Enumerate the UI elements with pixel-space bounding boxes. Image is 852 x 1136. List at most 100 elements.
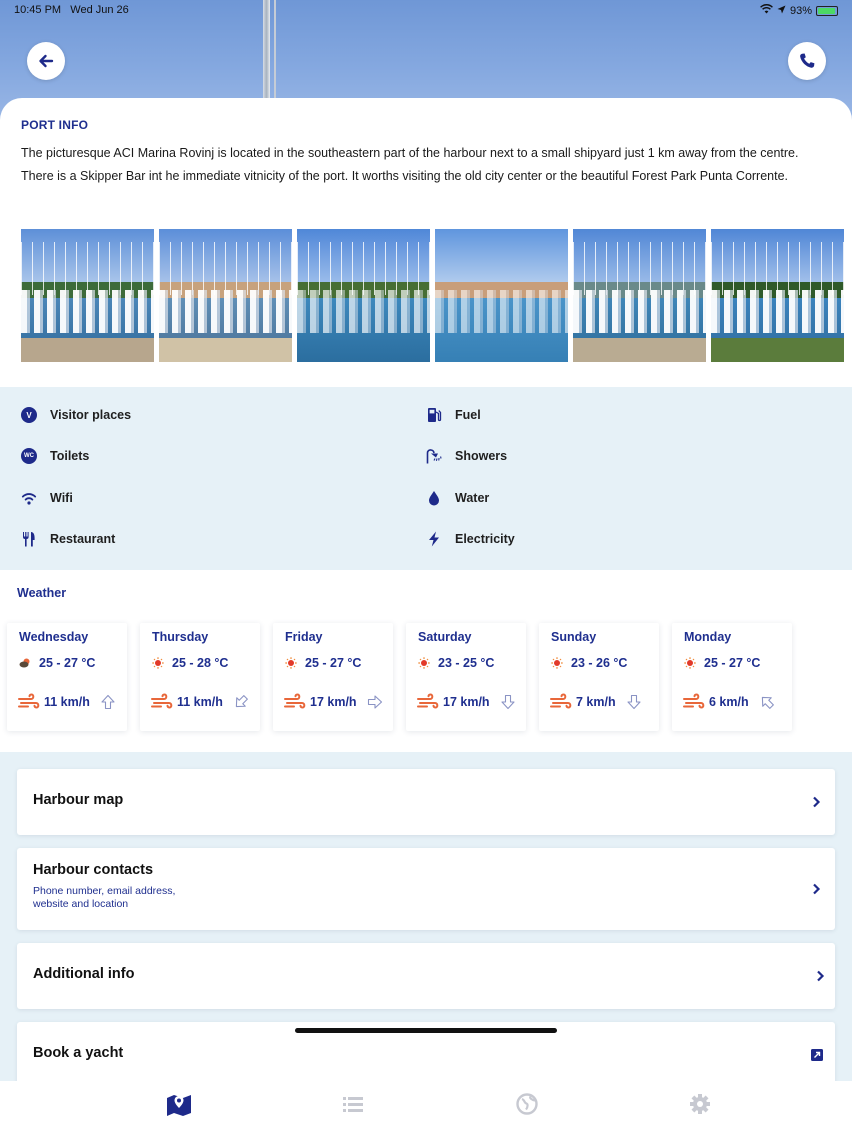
- tab-list[interactable]: [338, 1089, 368, 1119]
- weather-wind-value: 7 km/h: [576, 694, 616, 709]
- restaurant-icon: [23, 532, 35, 547]
- gallery-photo[interactable]: [297, 229, 430, 362]
- battery-percent: 93%: [789, 4, 812, 17]
- cloudy-sun-icon: [19, 658, 30, 668]
- wind-icon: [417, 693, 439, 709]
- arrow-left-icon: [39, 54, 54, 68]
- facility-label: Wifi: [50, 491, 73, 505]
- tab-bar: [0, 1081, 852, 1136]
- facility-visitor-places: V Visitor places: [21, 407, 131, 423]
- chevron-right-icon: [813, 796, 821, 808]
- weather-wind-value: 11 km/h: [177, 694, 223, 709]
- weather-day-card[interactable]: Friday 25 - 27 °C 17 km/h: [273, 623, 393, 731]
- harbour-contacts-button[interactable]: Harbour contacts Phone number, email add…: [17, 848, 835, 930]
- gallery-photo[interactable]: [573, 229, 706, 362]
- weather-day-label: Thursday: [152, 630, 209, 644]
- weather-wind: 11 km/h: [151, 693, 249, 710]
- weather-temp-value: 25 - 28 °C: [172, 656, 229, 670]
- gallery-photo[interactable]: [711, 229, 844, 362]
- weather-temp: 23 - 26 °C: [551, 656, 627, 670]
- weather-wind: 6 km/h: [683, 693, 775, 710]
- weather-day-card[interactable]: Wednesday 25 - 27 °C 11 km/h: [7, 623, 127, 731]
- sun-icon: [551, 657, 563, 669]
- back-button[interactable]: [27, 42, 65, 80]
- tab-settings[interactable]: [685, 1089, 715, 1119]
- external-link-icon: [811, 1049, 823, 1061]
- lightning-icon: [429, 531, 439, 547]
- photo-gallery[interactable]: [21, 229, 852, 362]
- weather-day-label: Sunday: [551, 630, 597, 644]
- sun-icon: [418, 657, 430, 669]
- weather-temp-value: 25 - 27 °C: [704, 656, 761, 670]
- facility-label: Toilets: [50, 449, 90, 463]
- weather-day-label: Wednesday: [19, 630, 89, 644]
- tab-map[interactable]: [164, 1089, 194, 1119]
- visitor-places-icon: V: [21, 407, 37, 423]
- water-drop-icon: [429, 491, 439, 506]
- wind-direction-arrow-icon: [627, 694, 641, 709]
- tab-explore[interactable]: [512, 1089, 542, 1119]
- facility-water: Water: [426, 490, 489, 506]
- weather-forecast-row[interactable]: Wednesday 25 - 27 °C 11 km/h Thursday 25 - 2…: [7, 623, 852, 731]
- weather-wind-value: 11 km/h: [44, 694, 90, 709]
- list-icon: [343, 1097, 363, 1112]
- facility-restaurant: Restaurant: [21, 531, 115, 547]
- harbour-map-label: Harbour map: [33, 792, 124, 808]
- weather-wind-value: 17 km/h: [310, 694, 357, 709]
- status-bar: 10:45 PM Wed Jun 26 93%: [0, 0, 852, 22]
- additional-info-label: Additional info: [33, 966, 135, 982]
- facility-toilets: WC Toilets: [21, 448, 89, 464]
- chevron-right-icon: [817, 970, 825, 982]
- globe-icon: [516, 1093, 538, 1115]
- facility-label: Water: [455, 491, 490, 505]
- weather-wind-value: 6 km/h: [709, 694, 749, 709]
- harbour-contacts-subtitle-2: website and location: [33, 898, 129, 910]
- weather-title: Weather: [17, 586, 67, 600]
- weather-day-card[interactable]: Thursday 25 - 28 °C 11 km/h: [140, 623, 260, 731]
- facility-wifi: Wifi: [21, 490, 73, 506]
- weather-wind: 17 km/h: [417, 693, 516, 710]
- phone-icon: [800, 53, 815, 68]
- weather-temp-value: 25 - 27 °C: [39, 656, 96, 670]
- weather-day-card[interactable]: Saturday 23 - 25 °C 17 km/h: [406, 623, 526, 731]
- home-indicator[interactable]: [295, 1028, 557, 1033]
- sun-icon: [684, 657, 696, 669]
- weather-day-label: Saturday: [418, 630, 472, 644]
- call-button[interactable]: [788, 42, 826, 80]
- shower-icon: [426, 449, 442, 464]
- facilities-panel: V Visitor places WC Toilets Wifi Restaur…: [0, 387, 852, 570]
- facility-label: Visitor places: [50, 408, 132, 422]
- weather-temp: 23 - 25 °C: [418, 656, 494, 670]
- battery-icon: [816, 5, 838, 16]
- weather-day-card[interactable]: Monday 25 - 27 °C 6 km/h: [672, 623, 792, 731]
- facility-electricity: Electricity: [426, 531, 515, 547]
- battery-fill: [818, 7, 835, 14]
- status-right: 93%: [760, 4, 838, 17]
- wind-direction-arrow-icon: [367, 694, 382, 709]
- wind-direction-arrow-icon: [761, 696, 774, 709]
- sun-icon: [285, 657, 297, 669]
- port-info-description: The picturesque ACI Marina Rovinj is loc…: [21, 146, 799, 183]
- wind-icon: [151, 693, 173, 709]
- gear-icon: [690, 1094, 710, 1114]
- facility-label: Electricity: [455, 532, 515, 546]
- wind-icon: [683, 693, 705, 709]
- wind-direction-arrow-icon: [101, 694, 115, 709]
- weather-day-label: Friday: [285, 630, 323, 644]
- port-info-title: PORT INFO: [21, 118, 89, 132]
- weather-day-card[interactable]: Sunday 23 - 26 °C 7 km/h: [539, 623, 659, 731]
- weather-wind-value: 17 km/h: [443, 694, 490, 709]
- sun-icon: [152, 657, 164, 669]
- weather-temp: 25 - 27 °C: [19, 656, 95, 670]
- location-arrow-icon: [777, 5, 786, 17]
- harbour-contacts-label: Harbour contacts: [33, 862, 154, 878]
- weather-temp: 25 - 28 °C: [152, 656, 228, 670]
- wind-icon: [284, 693, 306, 709]
- book-yacht-label: Book a yacht: [33, 1045, 124, 1061]
- gallery-photo[interactable]: [21, 229, 154, 362]
- additional-info-button[interactable]: Additional info: [17, 943, 835, 1009]
- fuel-icon: [428, 408, 442, 422]
- harbour-map-button[interactable]: Harbour map: [17, 769, 835, 835]
- gallery-photo[interactable]: [159, 229, 292, 362]
- gallery-photo[interactable]: [435, 229, 568, 362]
